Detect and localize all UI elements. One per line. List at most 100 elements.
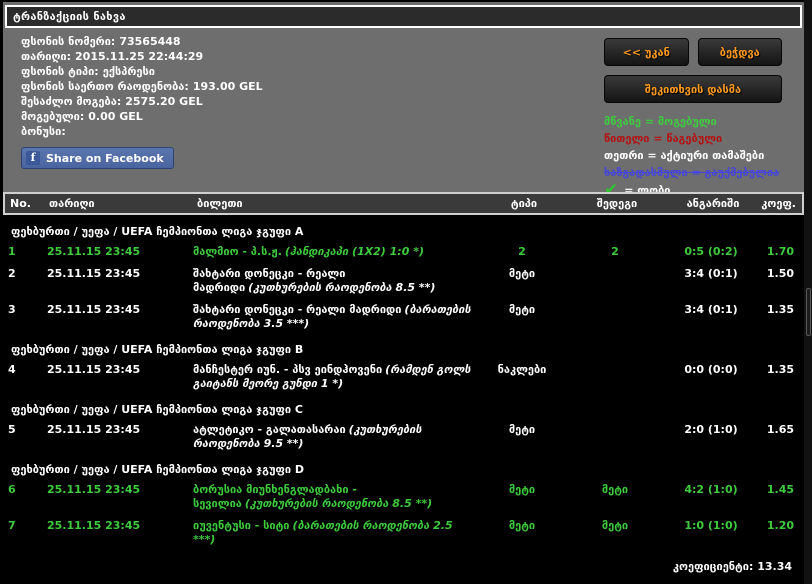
share-facebook-label: Share on Facebook: [46, 152, 164, 165]
page-scrollbar[interactable]: [804, 0, 812, 584]
legend-won: მწვანე = მოგებული: [604, 113, 782, 130]
row-result: მეტი: [561, 483, 669, 511]
row-type: მეტი: [483, 423, 561, 451]
bonus-label: ბონუსი:: [21, 125, 66, 138]
row-coef: 1.65: [753, 423, 798, 451]
scrollbar-thumb[interactable]: [806, 288, 811, 336]
row-ticket: იუვენტუსი - სიტი(ბარათების რაოდენობა 2.5…: [193, 519, 483, 547]
table-row: 5 25.11.15 23:45 ატლეტიკო - გალათასარაი(…: [3, 419, 804, 455]
table-row: 4 25.11.15 23:45 მანჩესტერ იუნ. - პსვ ეი…: [3, 359, 804, 395]
row-coef: 1.35: [753, 303, 798, 331]
table-row: 7 25.11.15 23:45 იუვენტუსი - სიტი(ბარათე…: [3, 515, 804, 551]
back-button[interactable]: << უკან: [604, 38, 689, 66]
row-coef: 1.70: [753, 245, 798, 259]
print-button[interactable]: ბეჭდვა: [698, 38, 783, 66]
group-header-c: ფეხბურთი / უეფა / UEFA ჩემპიონთა ლიგა ჯგ…: [3, 395, 804, 419]
row-date: 25.11.15 23:45: [39, 267, 193, 295]
header-coef: კოეფ.: [755, 195, 800, 212]
bet-type-label: ფსონის ტიპი:: [21, 65, 99, 78]
row-result: მეტი: [561, 519, 669, 547]
row-coef: 1.20: [753, 519, 798, 547]
row-number: 5: [3, 423, 39, 451]
row-ticket: მალმიო - პ.ს.ჟ.(ჰანდიკაპი (1X2) 1:0 *): [193, 245, 483, 259]
row-type: მეტი: [483, 303, 561, 331]
row-date: 25.11.15 23:45: [39, 363, 193, 391]
row-event: იუვენტუსი - სიტი: [193, 519, 290, 532]
row-date: 25.11.15 23:45: [39, 423, 193, 451]
bet-type-line: ფსონის ტიპი: ექსპრესი: [21, 64, 263, 79]
header-result: შედეგი: [563, 195, 671, 212]
ask-question-button[interactable]: შეკითხვის დასმა: [604, 75, 782, 103]
row-event: მალმიო - პ.ს.ჟ.: [193, 245, 282, 258]
row-score: 0:0 (0:0): [669, 363, 753, 391]
stake-value: 193.00 GEL: [193, 80, 263, 93]
row-type: მეტი: [483, 267, 561, 295]
date-label: თარიღი:: [21, 50, 71, 63]
row-result: [561, 267, 669, 295]
header-ticket: ბილეთი: [195, 195, 485, 212]
table-row: 1 25.11.15 23:45 მალმიო - პ.ს.ჟ.(ჰანდიკა…: [3, 241, 804, 263]
row-market: (ჰანდიკაპი (1X2) 1:0 *): [285, 245, 424, 258]
bets-table: No. თარიღი ბილეთი ტიპი შედეგი ანგარიში კ…: [3, 192, 804, 584]
row-event: მანჩესტერ იუნ. - პსვ ეინდჰოვენი: [193, 363, 382, 376]
header-score: ანგარიში: [671, 195, 755, 212]
legend-active: თეთრი = აქტიური თამაშები: [604, 147, 782, 164]
row-type: მეტი: [483, 519, 561, 547]
row-date: 25.11.15 23:45: [39, 303, 193, 331]
total-coefficient-label: კოეფიციენტი:: [673, 560, 753, 573]
row-ticket: შახტარი დონეცკი - რეალი მადრიდი(კუთხურებ…: [193, 267, 483, 295]
row-result: [561, 423, 669, 451]
bet-number-label: ფსონის ნომერი:: [21, 35, 115, 48]
row-score: 1:0 (1:0): [669, 519, 753, 547]
row-number: 6: [3, 483, 39, 511]
group-header-a: ფეხბურთი / უეფა / UEFA ჩემპიონთა ლიგა ჯგ…: [3, 217, 804, 241]
table-row: 6 25.11.15 23:45 ბორუსია მიუნხენგლადბახი…: [3, 479, 804, 515]
bet-number-value: 73565448: [119, 35, 180, 48]
row-ticket: შახტარი დონეცკი - რეალი მადრიდი(ბარათები…: [193, 303, 483, 331]
bonus-line: ბონუსი:: [21, 124, 263, 139]
button-row: << უკან ბეჭდვა: [604, 38, 782, 66]
row-type: მეტი: [483, 483, 561, 511]
table-row: 2 25.11.15 23:45 შახტარი დონეცკი - რეალი…: [3, 263, 804, 299]
row-coef: 1.35: [753, 363, 798, 391]
date-value: 2015.11.25 22:44:29: [75, 50, 203, 63]
group-header-b: ფეხბურთი / უეფა / UEFA ჩემპიონთა ლიგა ჯგ…: [3, 335, 804, 359]
bet-info-block: ფსონის ნომერი: 73565448 თარიღი: 2015.11.25…: [21, 34, 263, 169]
row-score: 2:0 (1:0): [669, 423, 753, 451]
table-body: ფეხბურთი / უეფა / UEFA ჩემპიონთა ლიგა ჯგ…: [3, 215, 804, 573]
legend: მწვანე = მოგებული წითელი = წაგებული თეთრ…: [604, 113, 782, 199]
share-facebook-button[interactable]: f Share on Facebook: [21, 147, 174, 169]
won-value: 0.00 GEL: [88, 110, 143, 123]
row-number: 7: [3, 519, 39, 547]
row-result: [561, 303, 669, 331]
row-event: შახტარი დონეცკი - რეალი მადრიდი: [193, 303, 401, 316]
transaction-window: ტრანზაქციის ნახვა ფსონის ნომერი:73565448…: [3, 2, 804, 584]
bet-number-line: ფსონის ნომერი: 73565448: [21, 34, 263, 49]
row-type: 2: [483, 245, 561, 259]
header-date: თარიღი: [41, 195, 195, 212]
table-header: No. თარიღი ბილეთი ტიპი შედეგი ანგარიში კ…: [3, 192, 804, 215]
possible-win-label: შესაძლო მოგება:: [21, 95, 121, 108]
bet-type-value: ექსპრესი: [103, 65, 155, 78]
table-row: 3 25.11.15 23:45 შახტარი დონეცკი - რეალი…: [3, 299, 804, 335]
row-number: 2: [3, 267, 39, 295]
row-ticket: ბორუსია მიუნხენგლადბახი - სევილია(კუთხურ…: [193, 483, 483, 511]
stake-label: ფსონის საერთო რაოდენობა:: [21, 80, 189, 93]
row-result: [561, 363, 669, 391]
row-ticket: მანჩესტერ იუნ. - პსვ ეინდჰოვენი(რამდენ გ…: [193, 363, 483, 391]
row-market: (კუთხურების რაოდენობა 8.5 **): [245, 497, 432, 510]
won-label: მოგებული:: [21, 110, 84, 123]
row-ticket: ატლეტიკო - გალათასარაი(კუთხურების რაოდენ…: [193, 423, 483, 451]
row-number: 1: [3, 245, 39, 259]
date-line: თარიღი: 2015.11.25 22:44:29: [21, 49, 263, 64]
legend-lost: წითელი = წაგებული: [604, 130, 782, 147]
row-score: 0:5 (0:2): [669, 245, 753, 259]
won-line: მოგებული: 0.00 GEL: [21, 109, 263, 124]
row-number: 3: [3, 303, 39, 331]
actions-panel: << უკან ბეჭდვა შეკითხვის დასმა მწვანე = …: [604, 38, 782, 199]
row-score: 4:2 (1:0): [669, 483, 753, 511]
row-coef: 1.45: [753, 483, 798, 511]
total-coefficient: კოეფიციენტი: 13.34: [3, 551, 804, 573]
header-no: No.: [5, 195, 41, 212]
row-coef: 1.50: [753, 267, 798, 295]
